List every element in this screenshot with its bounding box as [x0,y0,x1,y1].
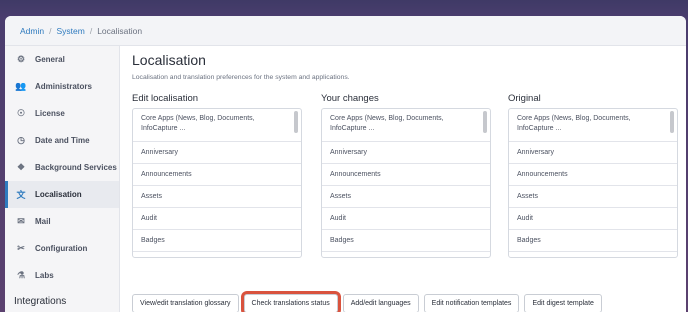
list-item[interactable]: Badges [509,230,677,252]
sidebar: ⚙ General 👥 Administrators ☉ License ◷ D… [5,46,120,312]
gears-icon: ⚙ [16,54,26,64]
list-item[interactable]: Assets [133,186,301,208]
list-item[interactable]: Badges [322,230,490,252]
sidebar-item-label: Mail [35,217,51,226]
sidebar-item-label: Background Services [35,163,117,172]
sidebar-item-administrators[interactable]: 👥 Administrators [5,73,119,100]
list-item[interactable]: Announcements [322,164,490,186]
list-item[interactable]: Core Apps (News, Blog, Documents, InfoCa… [509,109,677,142]
list-item[interactable]: Announcements [133,164,301,186]
badge-icon: ☉ [16,108,26,118]
list-item[interactable]: Audit [322,208,490,230]
sidebar-item-date-and-time[interactable]: ◷ Date and Time [5,127,119,154]
list-item[interactable]: Assets [322,186,490,208]
list-item[interactable]: Announcements [509,164,677,186]
tools-icon: ✂ [17,243,25,253]
sidebar-item-label: General [35,55,65,64]
column-heading: Original [508,93,541,104]
scrollbar[interactable] [670,111,674,133]
action-buttons: View/edit translation glossary Check tra… [132,294,607,312]
sidebar-item-general[interactable]: ⚙ General [5,46,119,73]
column-heading: Your changes [321,93,379,104]
scrollbar[interactable] [294,111,298,133]
app-window: Admin / System / Localisation ⚙ General … [5,16,686,312]
scrollbar[interactable] [483,111,487,133]
module-list: Core Apps (News, Blog, Documents, InfoCa… [508,108,678,258]
page-title: Localisation [132,52,206,68]
breadcrumb-separator: / [49,25,52,36]
flask-icon: ⚗ [16,270,26,280]
localisation-columns: Edit localisation Core Apps (News, Blog,… [132,81,686,258]
sidebar-item-mail[interactable]: ✉ Mail [5,208,119,235]
sidebar-item-label: Administrators [35,82,92,91]
sidebar-item-license[interactable]: ☉ License [5,100,119,127]
list-item[interactable]: Assets [509,186,677,208]
sidebar-item-label: License [35,109,65,118]
check-translations-status-button[interactable]: Check translations status [243,294,338,312]
sidebar-item-configuration[interactable]: ✂ Configuration [5,235,119,262]
translation-glossary-button[interactable]: View/edit translation glossary [132,294,239,312]
services-icon: ❖ [16,162,26,172]
sidebar-item-labs[interactable]: ⚗ Labs [5,262,119,289]
module-list: Core Apps (News, Blog, Documents, InfoCa… [321,108,491,258]
breadcrumb-link-admin[interactable]: Admin [20,26,44,36]
column-edit-localisation: Edit localisation Core Apps (News, Blog,… [132,81,302,258]
sidebar-item-label: Labs [35,271,54,280]
page-subtitle: Localisation and translation preferences… [132,74,350,81]
column-heading: Edit localisation [132,93,199,104]
breadcrumb-current: Localisation [97,25,143,36]
edit-digest-template-button[interactable]: Edit digest template [524,294,602,312]
list-item[interactable]: Anniversary [133,142,301,164]
sidebar-item-label: Configuration [35,244,88,253]
list-item[interactable]: Core Apps (News, Blog, Documents, InfoCa… [133,109,301,142]
list-item[interactable]: Badges [133,230,301,252]
sidebar-item-label: Date and Time [35,136,90,145]
column-original: Original Core Apps (News, Blog, Document… [508,81,678,258]
column-your-changes: Your changes Core Apps (News, Blog, Docu… [321,81,491,258]
clock-icon: ◷ [17,135,25,145]
list-item[interactable]: Audit [133,208,301,230]
sidebar-item-label: Localisation [35,190,82,199]
list-item[interactable]: Anniversary [322,142,490,164]
sidebar-item-localisation[interactable]: 文 Localisation [5,181,119,208]
breadcrumb-separator: / [89,25,93,36]
breadcrumb-link-system[interactable]: System [56,26,84,36]
edit-notification-templates-button[interactable]: Edit notification templates [423,294,520,312]
mail-icon: ✉ [17,216,25,226]
list-item[interactable]: Audit [509,208,677,230]
main-content: Localisation Localisation and translatio… [132,46,686,312]
sidebar-item-background-services[interactable]: ❖ Background Services [5,154,119,181]
list-item[interactable]: Core Apps (News, Blog, Documents, InfoCa… [322,109,490,142]
list-item[interactable]: Anniversary [509,142,677,164]
add-edit-languages-button[interactable]: Add/edit languages [342,294,419,312]
translate-icon: 文 [16,190,26,200]
module-list: Core Apps (News, Blog, Documents, InfoCa… [132,108,302,258]
breadcrumb: Admin / System / Localisation [5,16,686,46]
sidebar-section-integrations[interactable]: Integrations [5,289,119,312]
users-icon: 👥 [15,81,27,91]
